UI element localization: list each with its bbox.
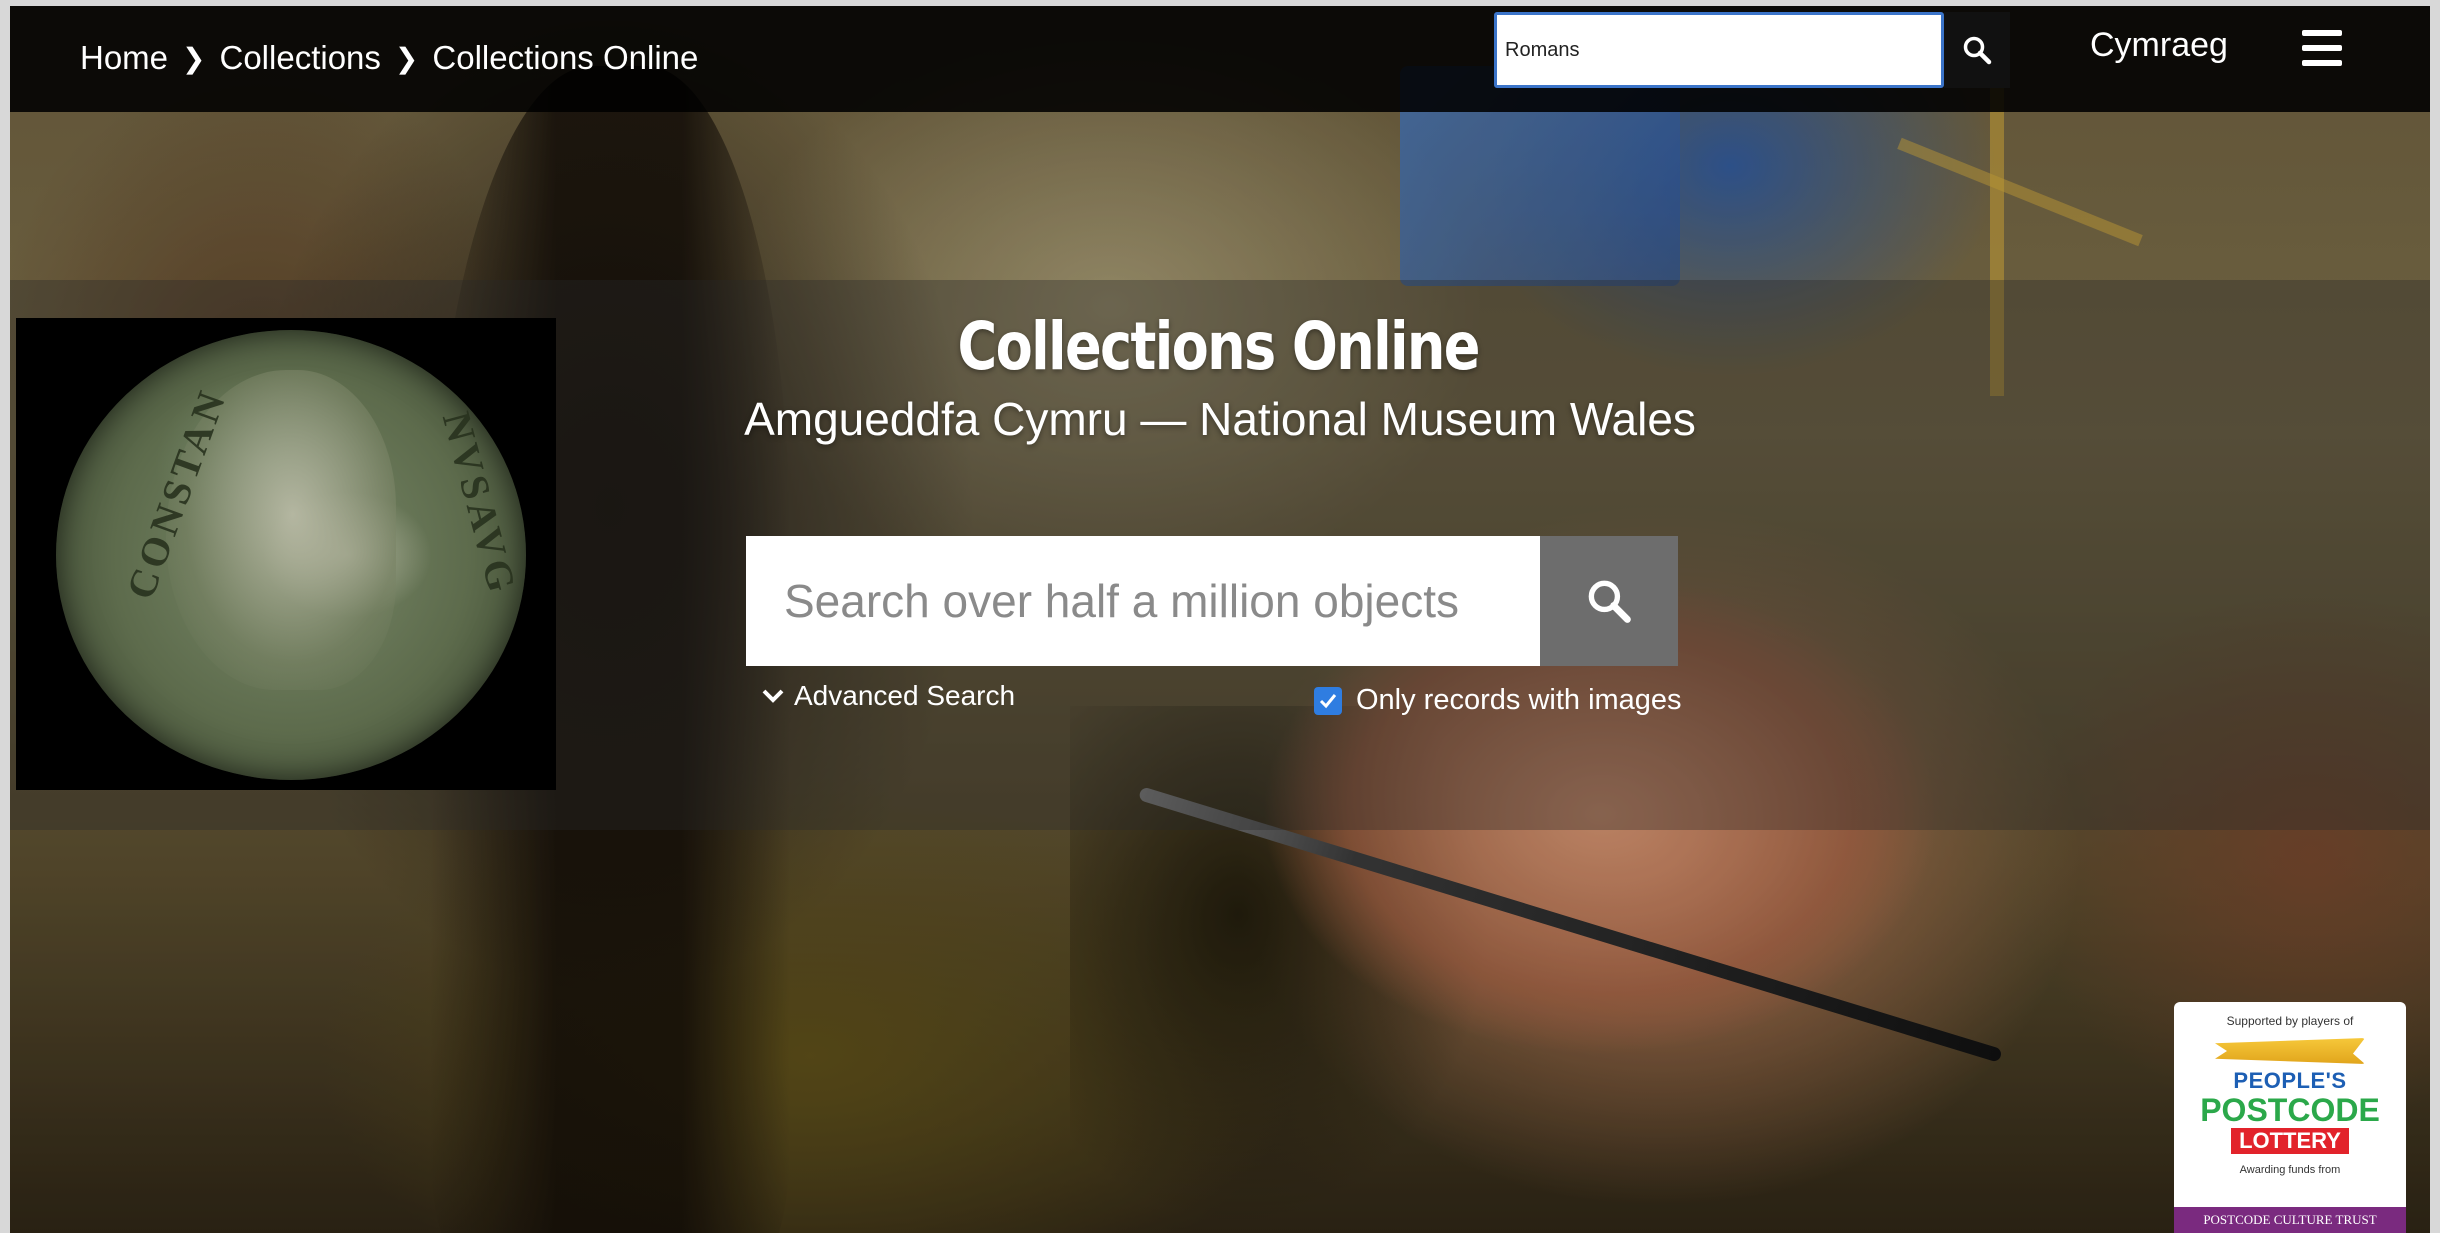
search-icon	[1963, 36, 1992, 65]
postcode-lottery-badge[interactable]: Supported by players of PEOPLE'S POSTCOD…	[2174, 1002, 2406, 1233]
breadcrumb-collections[interactable]: Collections	[220, 39, 381, 77]
lottery-line-1: PEOPLE'S	[2233, 1068, 2347, 1093]
chevron-right-icon: ❯	[182, 42, 206, 74]
only-images-checkbox[interactable]	[1314, 686, 1342, 715]
collections-search-input[interactable]	[746, 536, 1540, 666]
breadcrumb-collections-online[interactable]: Collections Online	[432, 39, 698, 77]
language-switch-link[interactable]: Cymraeg	[2090, 26, 2228, 65]
only-images-label: Only records with images	[1356, 684, 1682, 716]
header-search-input[interactable]	[1494, 12, 1944, 88]
only-images-option: Only records with images	[1314, 684, 1682, 717]
chevron-down-icon	[762, 689, 784, 703]
advanced-search-toggle[interactable]: Advanced Search	[762, 680, 1015, 712]
lottery-line-2: POSTCODE	[2200, 1092, 2380, 1128]
search-icon	[1588, 580, 1631, 623]
page-title: Collections Online	[957, 308, 1481, 385]
top-navigation-bar: Home ❯ Collections ❯ Collections Online	[10, 6, 2430, 112]
breadcrumb: Home ❯ Collections ❯ Collections Online	[80, 36, 698, 80]
page-subtitle: Amgueddfa Cymru — National Museum Wales	[744, 393, 1696, 445]
chevron-right-icon: ❯	[394, 42, 419, 74]
advanced-search-label: Advanced Search	[794, 680, 1016, 711]
collections-search-button[interactable]	[1540, 536, 1678, 666]
lottery-trust-name: POSTCODE CULTURE TRUST	[2174, 1207, 2406, 1233]
lottery-supported-by: Supported by players of	[2226, 1014, 2354, 1028]
lottery-line-3: LOTTERY	[2231, 1128, 2349, 1154]
breadcrumb-home[interactable]: Home	[80, 39, 168, 77]
checkmark-icon	[1319, 693, 1337, 708]
header-search-button[interactable]	[1944, 12, 2010, 88]
lottery-awarding: Awarding funds from	[2239, 1164, 2341, 1176]
featured-coin-image[interactable]: CONSTAN NVSAVG	[16, 318, 556, 790]
lottery-ribbon-icon	[2215, 1038, 2365, 1064]
hamburger-menu-icon[interactable]	[2302, 30, 2342, 66]
